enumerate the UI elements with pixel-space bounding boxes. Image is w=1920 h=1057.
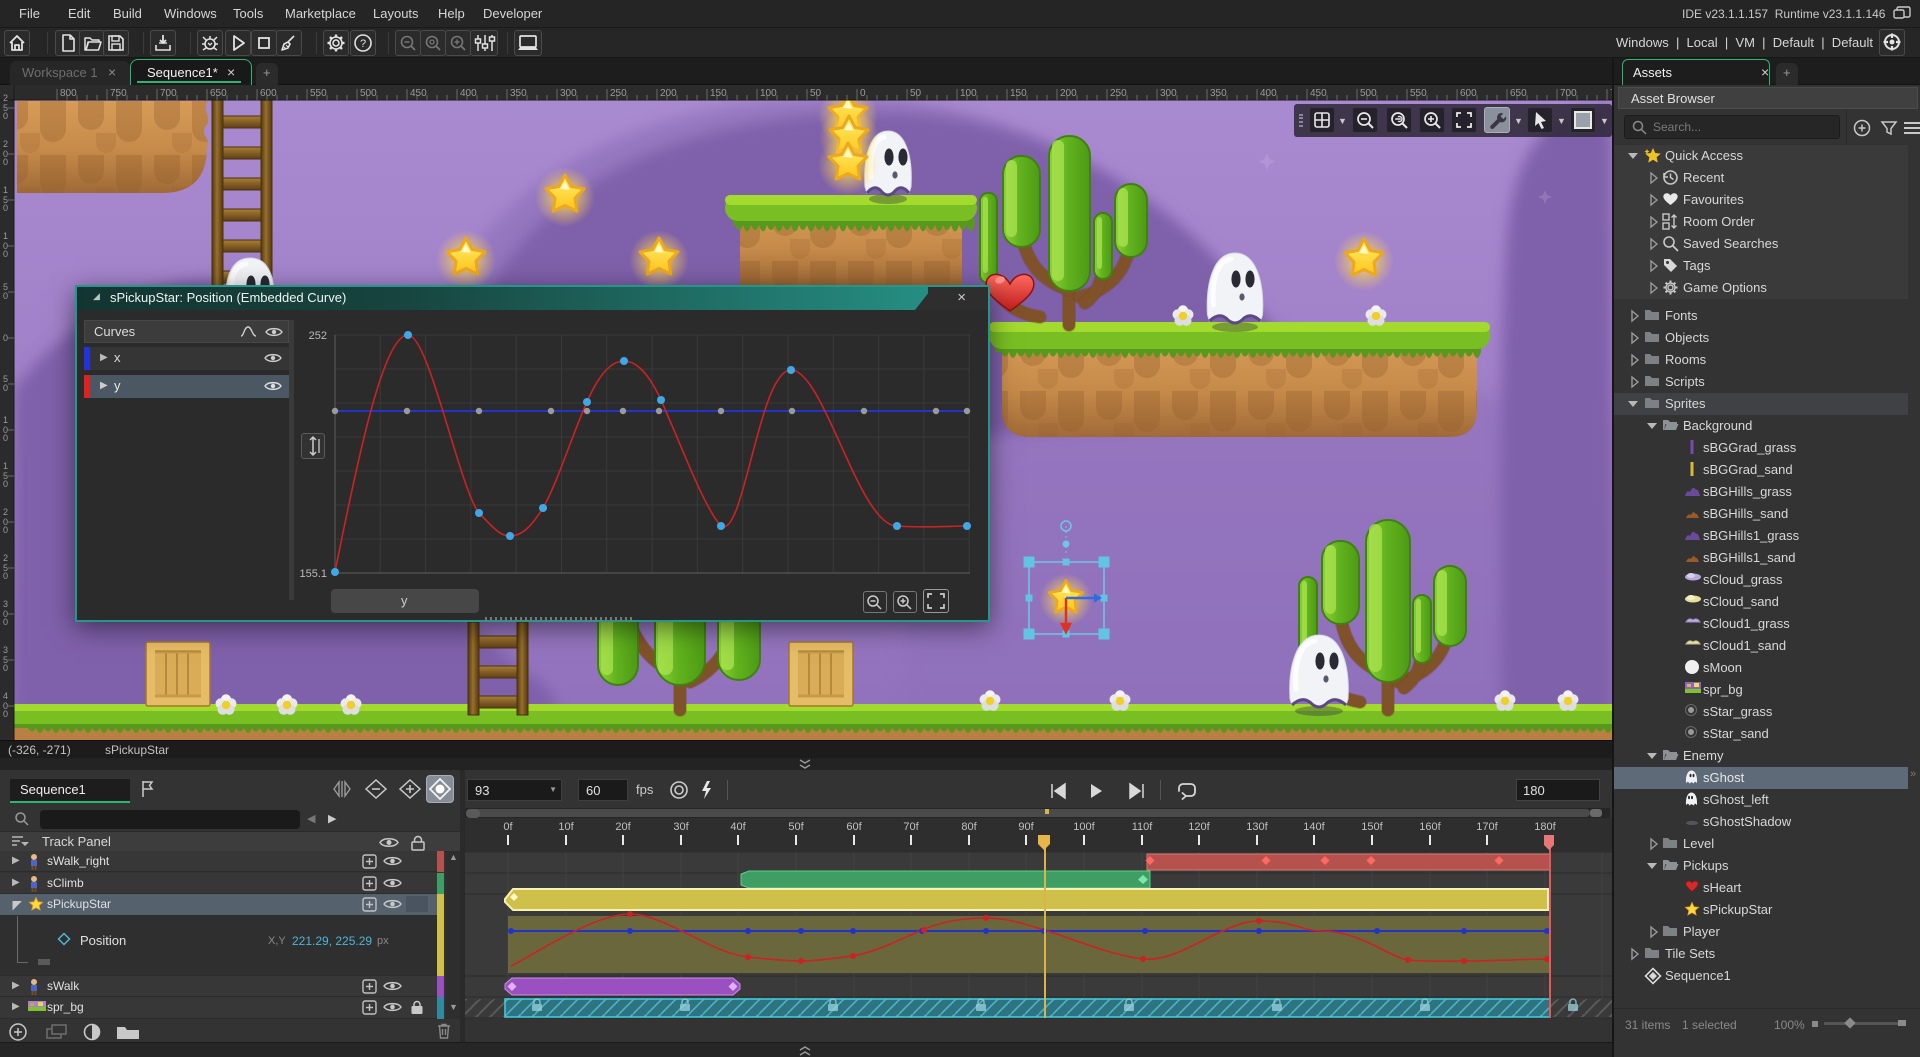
svg-text:500: 500 xyxy=(360,88,377,99)
svg-text:0: 0 xyxy=(3,333,8,343)
svg-text:10f: 10f xyxy=(558,821,574,833)
svg-text:120f: 120f xyxy=(1188,821,1210,833)
svg-text:40f: 40f xyxy=(730,821,746,833)
svg-text:50f: 50f xyxy=(788,821,804,833)
svg-text:400: 400 xyxy=(460,88,477,99)
svg-text:30f: 30f xyxy=(673,821,689,833)
svg-text:100: 100 xyxy=(960,88,977,99)
svg-text:0: 0 xyxy=(3,157,8,167)
svg-text:3: 3 xyxy=(3,599,8,609)
svg-text:?: ? xyxy=(360,38,366,50)
svg-text:0f: 0f xyxy=(503,821,513,833)
svg-text:450: 450 xyxy=(410,88,427,99)
svg-text:252: 252 xyxy=(309,330,327,342)
svg-text:130f: 130f xyxy=(1246,821,1268,833)
svg-text:0: 0 xyxy=(3,111,8,121)
svg-text:0: 0 xyxy=(3,709,8,719)
svg-text:1: 1 xyxy=(3,415,8,425)
svg-text:90f: 90f xyxy=(1018,821,1034,833)
svg-text:50: 50 xyxy=(910,88,922,99)
svg-text:350: 350 xyxy=(510,88,527,99)
svg-text:0: 0 xyxy=(3,525,8,535)
svg-text:0: 0 xyxy=(3,291,8,301)
svg-text:0: 0 xyxy=(3,383,8,393)
svg-text:180f: 180f xyxy=(1534,821,1556,833)
svg-text:750: 750 xyxy=(110,88,127,99)
svg-text:200: 200 xyxy=(660,88,677,99)
svg-text:500: 500 xyxy=(1360,88,1377,99)
svg-text:450: 450 xyxy=(1310,88,1327,99)
svg-text:0: 0 xyxy=(3,249,8,259)
svg-text:700: 700 xyxy=(1560,88,1577,99)
svg-text:1: 1 xyxy=(3,461,8,471)
svg-text:155.1: 155.1 xyxy=(299,568,327,580)
svg-text:600: 600 xyxy=(1460,88,1477,99)
svg-text:0: 0 xyxy=(3,663,8,673)
svg-text:300: 300 xyxy=(1160,88,1177,99)
svg-text:800: 800 xyxy=(60,88,77,99)
svg-text:20f: 20f xyxy=(615,821,631,833)
svg-text:60f: 60f xyxy=(846,821,862,833)
svg-text:650: 650 xyxy=(210,88,227,99)
svg-text:400: 400 xyxy=(1260,88,1277,99)
svg-text:2: 2 xyxy=(3,553,8,563)
svg-text:600: 600 xyxy=(260,88,277,99)
svg-text:250: 250 xyxy=(1110,88,1127,99)
svg-text:550: 550 xyxy=(310,88,327,99)
svg-text:1: 1 xyxy=(3,185,8,195)
svg-text:50: 50 xyxy=(810,88,822,99)
svg-text:150f: 150f xyxy=(1361,821,1383,833)
svg-text:2: 2 xyxy=(3,139,8,149)
svg-text:350: 350 xyxy=(1210,88,1227,99)
svg-text:250: 250 xyxy=(610,88,627,99)
svg-text:2: 2 xyxy=(3,93,8,103)
svg-text:0: 0 xyxy=(860,88,866,99)
svg-text:700: 700 xyxy=(160,88,177,99)
svg-text:0: 0 xyxy=(3,571,8,581)
svg-text:0: 0 xyxy=(3,203,8,213)
svg-text:300: 300 xyxy=(560,88,577,99)
svg-text:160f: 160f xyxy=(1419,821,1441,833)
svg-text:140f: 140f xyxy=(1303,821,1325,833)
svg-text:170f: 170f xyxy=(1476,821,1498,833)
svg-text:70f: 70f xyxy=(903,821,919,833)
svg-text:110f: 110f xyxy=(1132,821,1154,833)
svg-text:4: 4 xyxy=(3,691,8,701)
svg-text:100f: 100f xyxy=(1073,821,1095,833)
svg-text:1: 1 xyxy=(3,231,8,241)
svg-text:0: 0 xyxy=(3,433,8,443)
svg-text:200: 200 xyxy=(1060,88,1077,99)
svg-text:100: 100 xyxy=(760,88,777,99)
svg-text:3: 3 xyxy=(3,645,8,655)
svg-text:650: 650 xyxy=(1510,88,1527,99)
svg-text:0: 0 xyxy=(3,479,8,489)
svg-text:150: 150 xyxy=(710,88,727,99)
svg-text:80f: 80f xyxy=(961,821,977,833)
svg-text:150: 150 xyxy=(1010,88,1027,99)
svg-text:0: 0 xyxy=(3,617,8,627)
svg-text:2: 2 xyxy=(3,507,8,517)
svg-text:550: 550 xyxy=(1410,88,1427,99)
